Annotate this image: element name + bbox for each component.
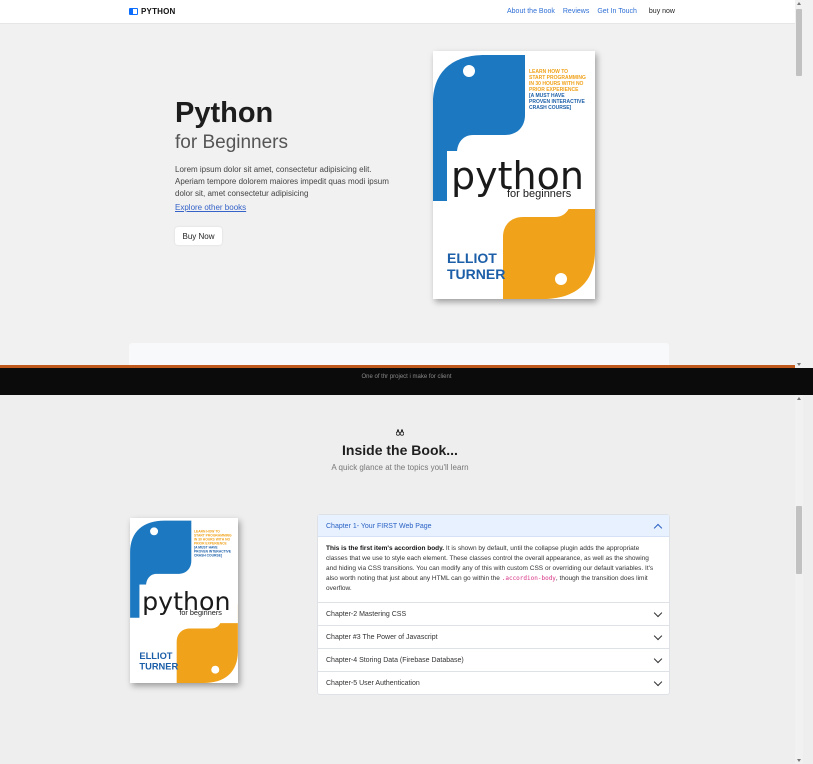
screenshot-caption: One of thr project i make for client (361, 374, 452, 380)
accordion-body-lead: This is the first item's accordion body. (326, 545, 445, 552)
nav-link-reviews[interactable]: Reviews (563, 8, 589, 15)
scrollbar[interactable] (795, 395, 803, 764)
accordion-header-chapter-4[interactable]: Chapter-4 Storing Data (Firebase Databas… (318, 649, 669, 671)
explore-books-link[interactable]: Explore other books (175, 203, 246, 212)
chevron-down-icon (653, 677, 663, 686)
accordion-header-label: Chapter 1- Your FIRST Web Page (326, 522, 432, 530)
chapters-accordion: Chapter 1- Your FIRST Web Page This is t… (317, 514, 670, 695)
cover-tagline-7: CRASH COURSE] (194, 554, 222, 558)
accordion-body: This is the first item's accordion body.… (318, 537, 669, 602)
nav-link-about[interactable]: About the Book (507, 8, 555, 15)
accordion-item: Chapter 1- Your FIRST Web Page This is t… (318, 515, 669, 603)
chevron-down-icon (653, 654, 663, 663)
accordion-header-chapter-3[interactable]: Chapter #3 The Power of Javascript (318, 626, 669, 648)
accordion-item: Chapter #3 The Power of Javascript (318, 626, 669, 649)
accordion-item: Chapter-4 Storing Data (Firebase Databas… (318, 649, 669, 672)
scroll-down-arrow-icon[interactable] (797, 363, 801, 366)
brand-label: PYTHON (141, 7, 176, 16)
cover-author-last: TURNER (447, 266, 505, 282)
accordion-header-label: Chapter-2 Mastering CSS (326, 610, 407, 618)
section-title: Inside the Book... (342, 442, 458, 458)
buy-now-button[interactable]: Buy Now (175, 227, 222, 245)
book-cover-small: LEARN HOW TO START PROGRAMMING IN 30 HOU… (130, 518, 238, 683)
scroll-up-arrow-icon[interactable] (797, 397, 801, 400)
scrollbar-thumb[interactable] (796, 9, 802, 76)
scroll-up-arrow-icon[interactable] (797, 2, 801, 5)
book-icon (129, 8, 138, 15)
scrollbar-thumb[interactable] (796, 506, 802, 574)
landing-screenshot: PYTHON About the Book Reviews Get In Tou… (0, 0, 813, 368)
cover-subtitle: for beginners (507, 188, 572, 200)
book-cover-small-art: LEARN HOW TO START PROGRAMMING IN 30 HOU… (130, 518, 238, 683)
hero-title: Python (175, 97, 274, 129)
accordion-item: Chapter-2 Mastering CSS (318, 603, 669, 626)
accordion-header-chapter-1[interactable]: Chapter 1- Your FIRST Web Page (318, 515, 669, 537)
chapters-screenshot: Inside the Book... A quick glance at the… (0, 395, 813, 764)
chevron-down-icon (653, 608, 663, 617)
accordion-header-chapter-5[interactable]: Chapter-5 User Authentication (318, 672, 669, 694)
nav-buy-now[interactable]: buy now (649, 8, 675, 15)
accordion-header-label: Chapter #3 The Power of Javascript (326, 633, 438, 641)
accordion-body-code: .accordion-body (501, 575, 556, 582)
hero-subtitle: for Beginners (175, 132, 289, 153)
cover-tagline-7: CRASH COURSE] (529, 105, 572, 111)
section-subtitle: A quick glance at the topics you'll lear… (331, 463, 469, 472)
book-cover: LEARN HOW TO START PROGRAMMING IN 30 HOU… (433, 51, 595, 299)
nav-link-contact[interactable]: Get In Touch (597, 8, 637, 15)
accordion-header-label: Chapter-5 User Authentication (326, 679, 420, 687)
navbar: PYTHON About the Book Reviews Get In Tou… (0, 0, 795, 24)
cover-subtitle: for beginners (179, 608, 222, 617)
scrollbar[interactable] (795, 0, 803, 368)
cover-author-last: TURNER (139, 662, 178, 672)
cover-author-first: ELLIOT (139, 651, 172, 661)
chevron-up-icon (653, 523, 663, 532)
scroll-down-arrow-icon[interactable] (797, 759, 801, 762)
brand[interactable]: PYTHON (129, 7, 176, 16)
accordion-header-label: Chapter-4 Storing Data (Firebase Databas… (326, 656, 464, 664)
binoculars-icon (395, 429, 405, 438)
chevron-down-icon (653, 631, 663, 640)
accordion-header-chapter-2[interactable]: Chapter-2 Mastering CSS (318, 603, 669, 625)
footer-strip (0, 365, 795, 368)
hero-description: Lorem ipsum dolor sit amet, consectetur … (175, 165, 389, 198)
nav-links: About the Book Reviews Get In Touch buy … (507, 8, 675, 15)
cover-author-first: ELLIOT (447, 250, 497, 266)
book-cover-art: LEARN HOW TO START PROGRAMMING IN 30 HOU… (433, 51, 595, 299)
accordion-item: Chapter-5 User Authentication (318, 672, 669, 694)
